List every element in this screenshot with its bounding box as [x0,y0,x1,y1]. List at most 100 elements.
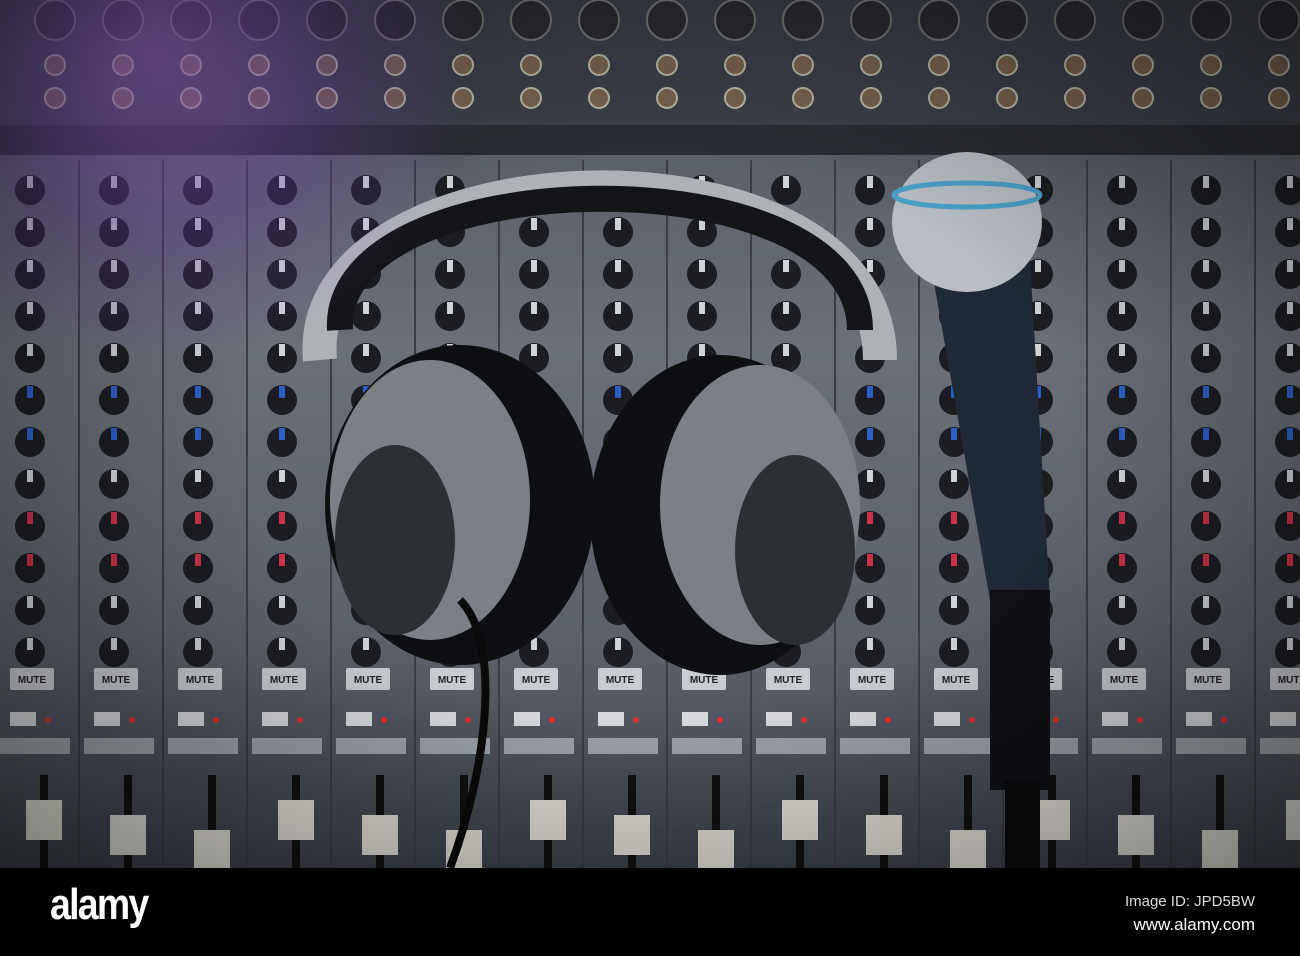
xlr-jack-icon [1258,0,1300,41]
knob-indicator [279,596,285,608]
right-earcup-plate [735,455,855,645]
fader-cap [194,830,230,868]
knob-indicator [27,302,33,314]
fader-cap [1118,815,1154,855]
pfl-button [1186,712,1212,726]
pfl-button [10,712,36,726]
xlr-jack-icon [1122,0,1164,41]
pfl-button [682,712,708,726]
knob-indicator [699,260,705,272]
peak-led-icon [381,717,387,723]
knob-indicator [279,218,285,230]
knob-indicator [1035,176,1041,188]
knob-indicator [1119,176,1125,188]
jack-icon [588,87,610,109]
knob-indicator [951,638,957,650]
pfl-button [850,712,876,726]
knob-indicator [1035,260,1041,272]
knob-indicator [279,512,285,524]
knob-indicator [1287,386,1293,398]
knob-indicator [1119,596,1125,608]
website-url: www.alamy.com [1133,915,1255,934]
knob-indicator [111,554,117,566]
knob-indicator [1287,596,1293,608]
fader-cap [110,815,146,855]
knob-indicator [195,386,201,398]
jack-icon [180,87,202,109]
knob-indicator [195,176,201,188]
jack-icon [1132,54,1154,76]
knob-indicator [615,218,621,230]
mute-label: MUTE [690,675,719,686]
xlr-jack-icon [782,0,824,41]
knob-indicator [111,470,117,482]
jack-icon [1132,87,1154,109]
mute-label: MUTE [522,675,551,686]
mute-label: MUTE [858,675,887,686]
scribble-strip [504,738,574,754]
knob-indicator [195,428,201,440]
knob-indicator [615,260,621,272]
watermark-footer [0,868,1300,956]
peak-led-icon [885,717,891,723]
knob-indicator [27,554,33,566]
knob-indicator [363,176,369,188]
panel-edge [0,125,1300,155]
knob-indicator [1287,512,1293,524]
jack-icon [180,54,202,76]
knob-indicator [111,260,117,272]
knob-indicator [867,386,873,398]
pfl-button [178,712,204,726]
scribble-strip [756,738,826,754]
knob-indicator [531,344,537,356]
jack-icon [44,54,66,76]
mute-label: MUTE [942,675,971,686]
scribble-strip [1260,738,1300,754]
jack-icon [860,54,882,76]
knob-indicator [27,512,33,524]
mute-label: MUTE [1278,675,1300,686]
knob-indicator [783,344,789,356]
knob-indicator [1203,302,1209,314]
knob-indicator [111,218,117,230]
scribble-strip [1092,738,1162,754]
pfl-button [934,712,960,726]
alamy-logo: alamy [50,880,149,929]
knob-indicator [279,302,285,314]
fader-cap [782,800,818,840]
pfl-button [598,712,624,726]
knob-indicator [1287,638,1293,650]
fader-cap [950,830,986,868]
knob-indicator [867,638,873,650]
jack-icon [1064,54,1086,76]
scribble-strip [840,738,910,754]
mixer-scene: MUTE MUTE MUTE MUTE MUTE MUTE MUTE MUTE MUTE MUTE… [0,0,1300,868]
knob-indicator [1203,638,1209,650]
jack-icon [520,87,542,109]
mute-label: MUTE [18,675,47,686]
peak-led-icon [1221,717,1227,723]
knob-indicator [27,596,33,608]
fader-cap [278,800,314,840]
knob-indicator [951,428,957,440]
fader-cap [1286,800,1300,840]
jack-icon [724,87,746,109]
knob-indicator [531,218,537,230]
knob-indicator [867,596,873,608]
knob-indicator [1287,428,1293,440]
knob-indicator [615,344,621,356]
knob-indicator [111,512,117,524]
scribble-strip [1176,738,1246,754]
scribble-strip [84,738,154,754]
pfl-button [262,712,288,726]
knob-indicator [1119,218,1125,230]
knob-indicator [867,176,873,188]
knob-indicator [1203,344,1209,356]
peak-led-icon [549,717,555,723]
fader-cap [26,800,62,840]
stock-photo: MUTE MUTE MUTE MUTE MUTE MUTE MUTE MUTE MUTE MUTE… [0,0,1300,956]
knob-indicator [195,344,201,356]
knob-indicator [1203,470,1209,482]
knob-indicator [531,260,537,272]
jack-icon [656,87,678,109]
